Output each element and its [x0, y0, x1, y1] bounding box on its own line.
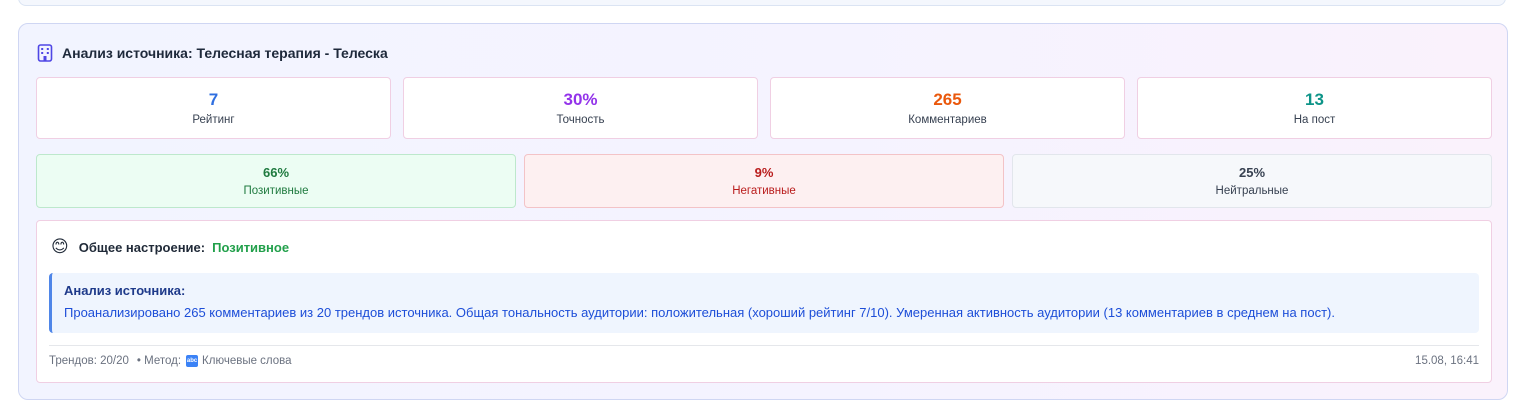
smiley-icon: 😊 — [51, 237, 69, 256]
sentiment-neutral: 25% Нейтральные — [1012, 154, 1492, 208]
sentiment-positive: 66% Позитивные — [36, 154, 516, 208]
sentiment-value: 66% — [262, 165, 290, 180]
summary-panel: 😊 Общее настроение: Позитивное Анализ ис… — [36, 220, 1492, 383]
previous-card-edge — [18, 0, 1506, 6]
sentiment-negative: 9% Негативные — [524, 154, 1004, 208]
stat-label: Точность — [556, 114, 605, 126]
stat-rating: 7 Рейтинг — [36, 77, 391, 139]
stat-value: 265 — [933, 90, 962, 109]
source-analysis-card: Анализ источника: Телесная терапия - Тел… — [18, 23, 1508, 400]
sentiment-label: Нейтральные — [1215, 185, 1289, 197]
sentiment-row: 66% Позитивные 9% Негативные 25% Нейтрал… — [36, 154, 1492, 208]
stat-label: Комментариев — [908, 114, 987, 126]
card-header: Анализ источника: Телесная терапия - Тел… — [37, 44, 388, 62]
card-footer: Трендов: 20/20 • Метод: abc Ключевые сло… — [49, 345, 1479, 367]
sentiment-value: 9% — [754, 165, 774, 180]
sentiment-label: Позитивные — [243, 185, 309, 197]
footer-meta: Трендов: 20/20 • Метод: abc Ключевые сло… — [49, 355, 292, 367]
analysis-heading: Анализ источника: — [64, 283, 186, 298]
stat-value: 30% — [563, 90, 598, 109]
sentiment-label: Негативные — [732, 185, 796, 197]
stat-label: На пост — [1293, 114, 1336, 126]
stat-label: Рейтинг — [192, 114, 235, 126]
mood-label: Общее настроение: — [78, 239, 206, 255]
method-value: Ключевые слова — [202, 355, 292, 367]
method-prefix: • Метод: — [136, 355, 182, 367]
overall-mood: 😊 Общее настроение: Позитивное — [51, 237, 289, 257]
trends-count: Трендов: 20/20 — [49, 355, 129, 367]
stat-value: 7 — [208, 90, 219, 109]
card-title: Анализ источника: Телесная терапия - Тел… — [62, 45, 388, 61]
abc-icon: abc — [186, 355, 199, 367]
stat-value: 13 — [1305, 90, 1324, 109]
mood-value: Позитивное — [212, 239, 290, 255]
analysis-note: Анализ источника: Проанализировано 265 к… — [49, 273, 1479, 333]
stat-accuracy: 30% Точность — [403, 77, 758, 139]
sentiment-value: 25% — [1238, 165, 1266, 180]
analysis-text: Проанализировано 265 комментариев из 20 … — [64, 305, 1335, 320]
stat-per-post: 13 На пост — [1137, 77, 1492, 139]
stat-comments: 265 Комментариев — [770, 77, 1125, 139]
timestamp: 15.08, 16:41 — [1415, 355, 1479, 367]
building-icon — [37, 44, 53, 62]
stats-row: 7 Рейтинг 30% Точность 265 Комментариев … — [36, 77, 1492, 139]
